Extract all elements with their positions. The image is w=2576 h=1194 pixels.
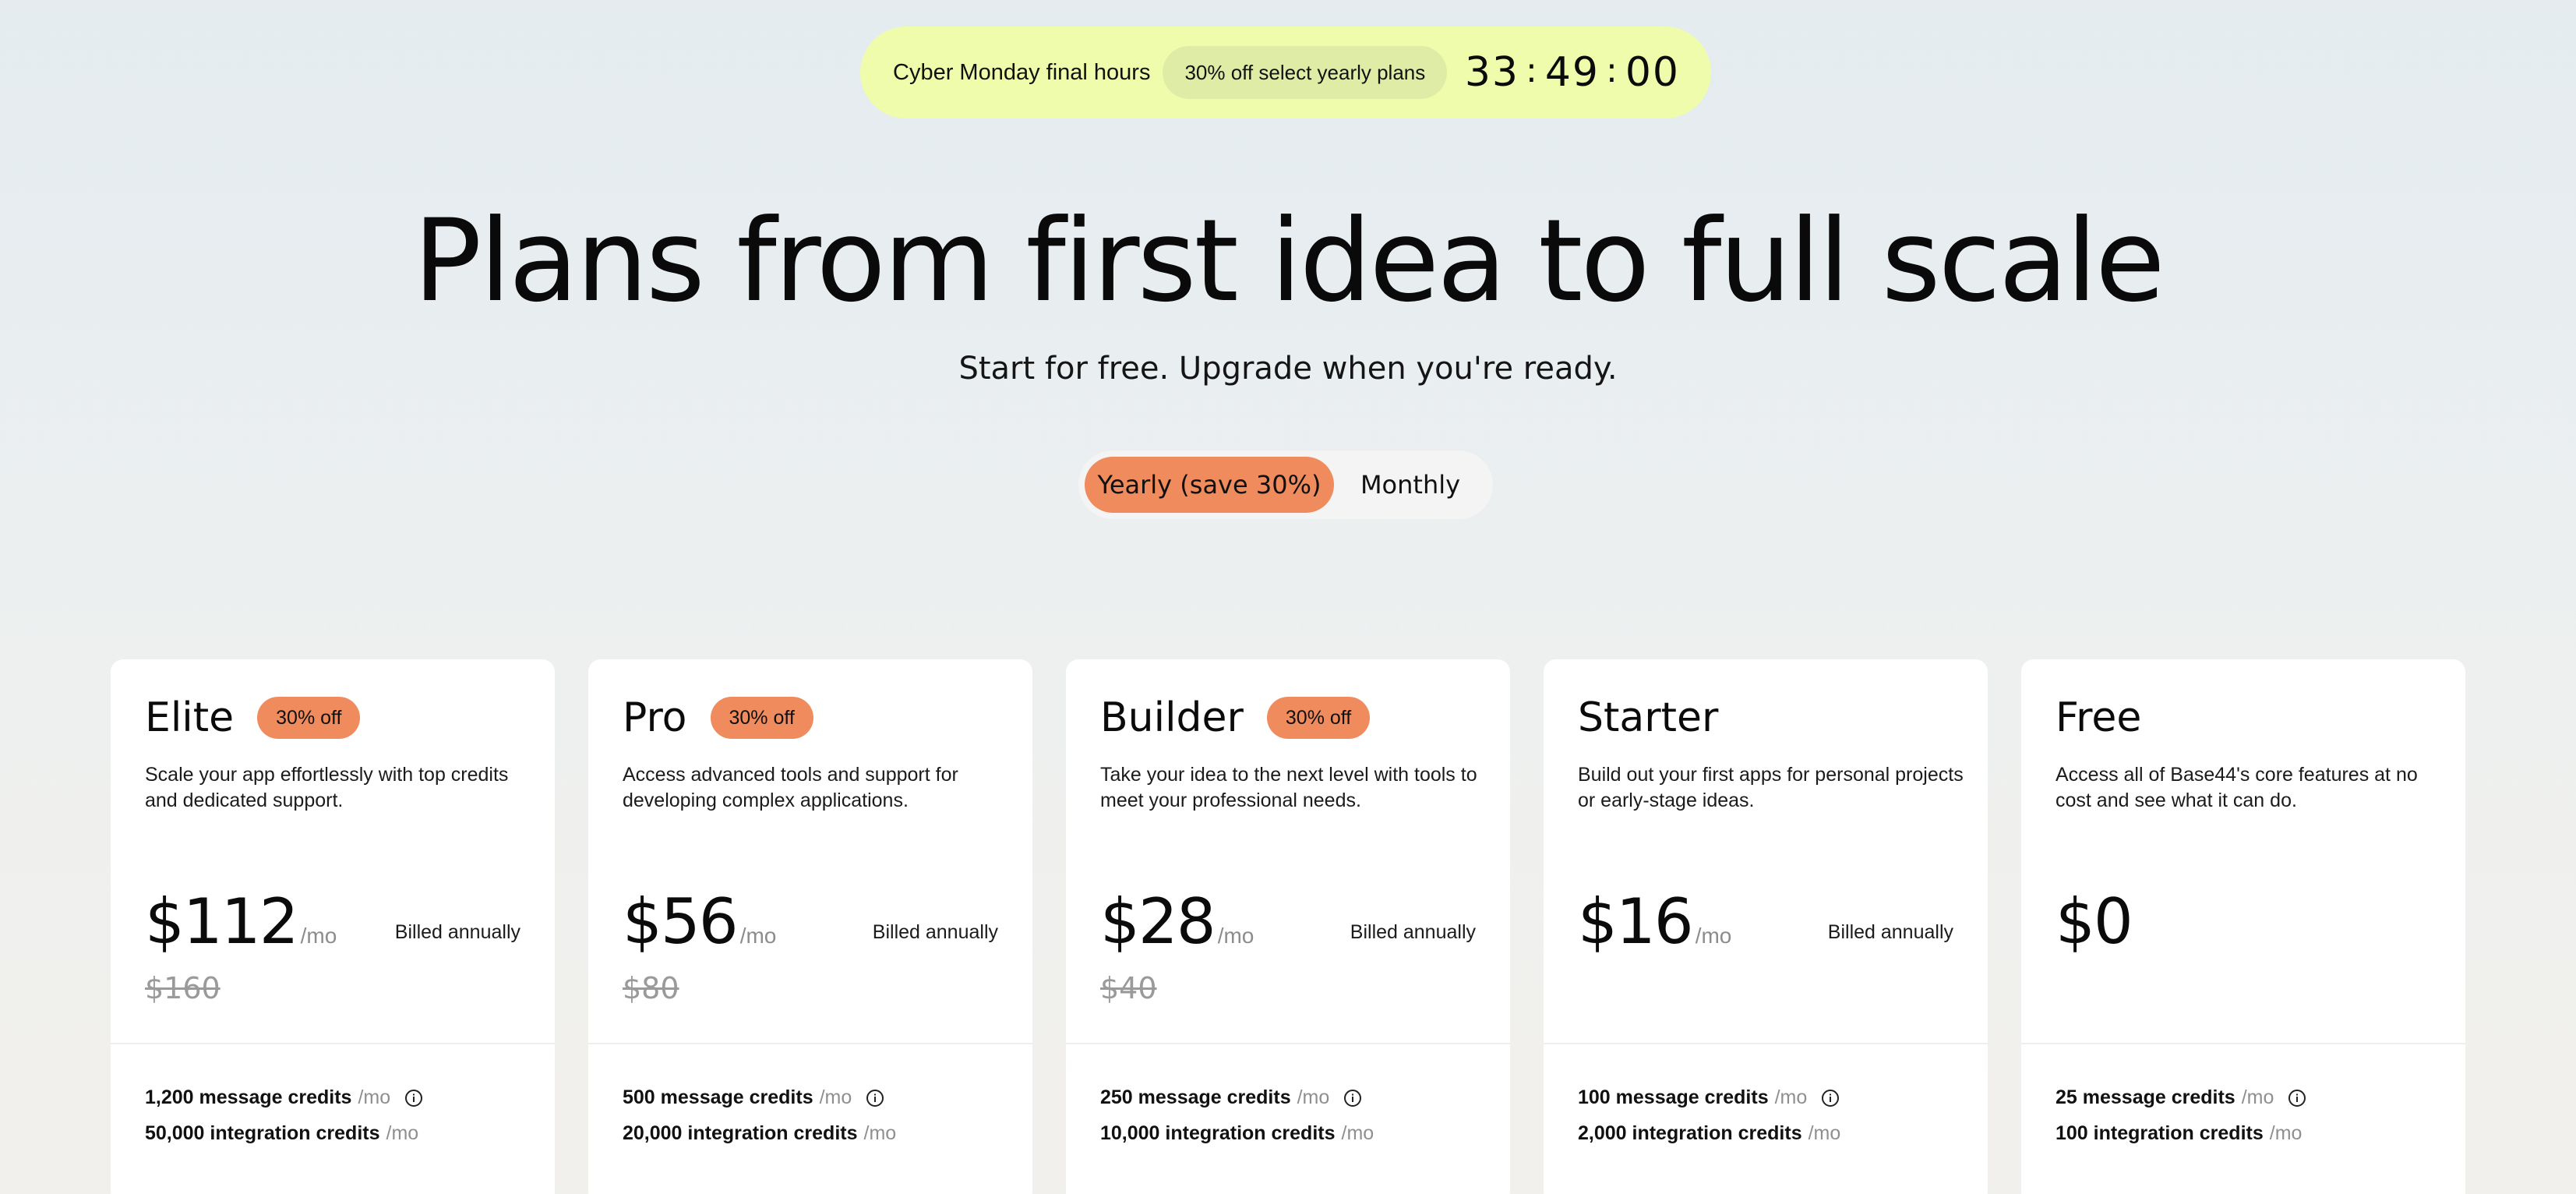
plan-description: Take your idea to the next level with to… [1100,764,1477,811]
credits-unit: /mo [1341,1122,1374,1144]
original-price: $40 [1100,971,1157,1005]
info-icon[interactable] [404,1089,423,1107]
info-icon[interactable] [1821,1089,1840,1107]
plan-description: Access all of Base44's core features at … [2056,764,2418,811]
promo-offer-pill[interactable]: 30% off select yearly plans [1163,46,1448,99]
info-icon[interactable] [2288,1089,2306,1107]
billing-option-yearly[interactable]: Yearly (save 30%) [1085,457,1334,513]
divider [2021,1043,2465,1044]
plan-name: Elite [145,694,235,741]
countdown-timer: 33 : 49 : 00 [1465,49,1680,96]
original-price: $160 [145,971,221,1005]
price-row: $28 /mo Billed annually [1100,885,1476,963]
divider [588,1043,1032,1044]
integration-credits: 2,000 integration credits /mo [1578,1122,1840,1145]
countdown-minutes: 49 [1544,49,1600,96]
integration-credits: 20,000 integration credits /mo [623,1122,896,1145]
plan-description: Build out your first apps for personal p… [1578,764,1964,811]
integration-credits-amount: 20,000 integration credits [623,1122,858,1144]
message-credits-amount: 250 message credits [1100,1086,1291,1108]
credits-unit: /mo [386,1122,419,1144]
plan-name: Builder [1100,694,1244,741]
discount-badge: 30% off [710,697,813,739]
plan-description: Access advanced tools and support for de… [623,764,958,811]
message-credits-amount: 25 message credits [2056,1086,2235,1108]
plan-price: $16 [1578,885,1694,958]
price-period: /mo [300,924,337,948]
plan-card-elite[interactable]: Elite 30% off Scale your app effortlessl… [111,659,555,1194]
countdown-seconds: 00 [1625,49,1680,96]
billing-option-monthly[interactable]: Monthly [1334,457,1487,513]
original-price: $80 [623,971,679,1005]
credits-unit: /mo [863,1122,897,1144]
plan-name: Pro [623,694,687,741]
price-row: $0 [2056,885,2431,963]
credits-unit: /mo [1774,1086,1808,1108]
integration-credits: 10,000 integration credits /mo [1100,1122,1374,1145]
plan-price: $112 [145,885,299,958]
info-icon[interactable] [1343,1089,1362,1107]
billing-note: Billed annually [394,921,520,943]
plan-description: Scale your app effortlessly with top cre… [145,764,509,811]
message-credits-amount: 100 message credits [1578,1086,1769,1108]
plan-header: Builder 30% off [1100,691,1371,745]
credits-unit: /mo [2241,1086,2274,1108]
billing-note: Billed annually [1827,921,1953,943]
plan-header: Elite 30% off [145,691,361,745]
plan-card-builder[interactable]: Builder 30% off Take your idea to the ne… [1066,659,1510,1194]
plan-name: Starter [1578,694,1719,741]
price-row: $56 /mo Billed annually [623,885,998,963]
credits-unit: /mo [2269,1122,2303,1144]
plan-card-free[interactable]: Free Access all of Base44's core feature… [2021,659,2465,1194]
promo-label: Cyber Monday final hours [893,59,1151,85]
promo-banner: Cyber Monday final hours 30% off select … [860,26,1711,118]
plan-price: $28 [1100,885,1216,958]
message-credits: 100 message credits /mo [1578,1086,1840,1109]
message-credits: 25 message credits /mo [2056,1086,2306,1109]
countdown-separator: : [1526,50,1539,90]
integration-credits-amount: 100 integration credits [2056,1122,2264,1144]
price-period: /mo [1217,924,1254,948]
message-credits-amount: 500 message credits [623,1086,813,1108]
message-credits-amount: 1,200 message credits [145,1086,352,1108]
message-credits: 500 message credits /mo [623,1086,884,1109]
integration-credits-amount: 2,000 integration credits [1578,1122,1802,1144]
countdown-separator: : [1606,50,1619,90]
billing-note: Billed annually [1350,921,1476,943]
plan-header: Starter [1578,691,1718,745]
price-row: $112 /mo Billed annually [145,885,520,963]
credits-unit: /mo [819,1086,852,1108]
integration-credits: 50,000 integration credits /mo [145,1122,418,1145]
plan-header: Free [2056,691,2141,745]
credits-unit: /mo [358,1086,391,1108]
price-row: $16 /mo Billed annually [1578,885,1953,963]
price-period: /mo [739,924,777,948]
plan-name: Free [2056,694,2142,741]
price-period: /mo [1695,924,1732,948]
billing-toggle: Yearly (save 30%) Monthly [1078,450,1493,519]
plan-price: $0 [2056,885,2133,958]
credits-unit: /mo [1808,1122,1841,1144]
discount-badge: 30% off [257,697,361,739]
divider [1066,1043,1510,1044]
message-credits: 250 message credits /mo [1100,1086,1362,1109]
credits-unit: /mo [1297,1086,1330,1108]
discount-badge: 30% off [1266,697,1371,739]
integration-credits: 100 integration credits /mo [2056,1122,2302,1145]
countdown-hours: 33 [1464,49,1519,96]
integration-credits-amount: 10,000 integration credits [1100,1122,1336,1144]
message-credits: 1,200 message credits /mo [145,1086,423,1109]
plan-card-pro[interactable]: Pro 30% off Access advanced tools and su… [588,659,1032,1194]
integration-credits-amount: 50,000 integration credits [145,1122,380,1144]
plan-header: Pro 30% off [623,691,813,745]
divider [1544,1043,1988,1044]
page-title: Plans from first idea to full scale [413,195,2165,327]
plan-card-starter[interactable]: Starter Build out your first apps for pe… [1544,659,1988,1194]
info-icon[interactable] [866,1089,884,1107]
plan-price: $56 [623,885,739,958]
plan-cards: Elite 30% off Scale your app effortlessl… [111,659,2465,1194]
page-subtitle: Start for free. Upgrade when you're read… [958,351,1618,387]
divider [111,1043,555,1044]
billing-note: Billed annually [872,921,998,943]
